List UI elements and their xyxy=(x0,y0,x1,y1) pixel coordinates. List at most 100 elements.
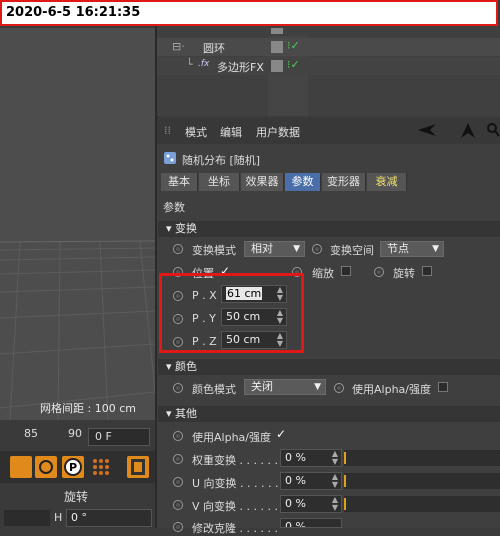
param-slider[interactable] xyxy=(344,496,500,512)
rotation-label: 旋转 xyxy=(393,267,415,280)
layer-icon[interactable] xyxy=(271,41,283,53)
autokey-icon[interactable] xyxy=(35,456,57,478)
object-name[interactable]: 多边形FX xyxy=(217,59,264,75)
keyframe-radio[interactable] xyxy=(173,431,183,441)
menu-mode[interactable]: 模式 xyxy=(185,124,207,140)
spinner-icon: ▲ ▼ xyxy=(331,449,338,466)
chevron-down-icon: ▼ xyxy=(432,244,439,254)
tab-falloff[interactable]: 衰减 xyxy=(367,173,407,191)
highlight-box xyxy=(159,273,304,353)
chevron-down-icon: ▼ xyxy=(293,244,300,254)
keyframe-radio[interactable] xyxy=(173,454,183,464)
keyframe-radio[interactable] xyxy=(312,244,322,254)
transform-mode-dropdown[interactable]: 相对 ▼ xyxy=(244,241,305,257)
param-label: 权重变换 . . . . . . xyxy=(192,454,278,467)
chevron-down-icon: ▼ xyxy=(314,382,321,392)
color-mode-dropdown[interactable]: 关闭 ▼ xyxy=(244,379,326,395)
film-icon[interactable] xyxy=(127,456,149,478)
h-value-field[interactable]: 0 ° xyxy=(66,509,152,527)
viewport-grid xyxy=(0,28,155,420)
svg-text:P: P xyxy=(69,461,77,474)
param-field[interactable]: 0 % xyxy=(280,518,342,528)
keyframe-radio[interactable] xyxy=(173,522,183,532)
slider-marker xyxy=(344,452,346,464)
transform-mode-label: 变换模式 xyxy=(192,244,236,257)
grid-dots-icon[interactable] xyxy=(90,456,112,478)
scale-checkbox[interactable] xyxy=(341,266,351,276)
object-name[interactable]: 圆环 xyxy=(203,40,225,56)
menu-userdata[interactable]: 用户数据 xyxy=(256,124,300,140)
param-label: V 向变换 . . . . . . xyxy=(192,500,278,513)
slider-marker xyxy=(344,475,346,487)
spinner-icon: ▲ ▼ xyxy=(331,472,338,489)
attr-menubar xyxy=(157,118,500,144)
keyframe-radio[interactable] xyxy=(173,500,183,510)
menu-edit[interactable]: 编辑 xyxy=(220,124,242,140)
back-arrow-icon[interactable] xyxy=(416,122,438,141)
tab-coord[interactable]: 坐标 xyxy=(199,173,240,191)
tab-basic[interactable]: 基本 xyxy=(161,173,198,191)
keyframe-radio[interactable] xyxy=(374,267,384,277)
grip-icon: ⁞⁞ xyxy=(164,124,171,137)
collapse-icon: ▾ xyxy=(166,407,172,420)
object-title: 随机分布 [随机] xyxy=(182,154,261,167)
param-value: 0 % xyxy=(285,474,306,487)
use-alpha-checkbox[interactable]: ✓ xyxy=(276,427,286,441)
param-value: 0 % xyxy=(285,451,306,464)
param-slider[interactable] xyxy=(344,473,500,489)
rotate-label: 旋转 xyxy=(64,490,89,504)
keyframe-radio[interactable] xyxy=(173,244,183,254)
color-use-alpha-label: 使用Alpha/强度 xyxy=(352,383,431,396)
section-title: 其他 xyxy=(175,407,198,420)
tab-effector[interactable]: 效果器 xyxy=(241,173,284,191)
fx-icon: .fx xyxy=(198,59,210,69)
current-frame-field[interactable]: 0 F xyxy=(88,428,150,446)
layer-icon xyxy=(271,28,283,34)
param-field[interactable]: 0 % ▲ ▼ xyxy=(280,495,342,513)
check-icon[interactable]: ⁝✓ xyxy=(287,58,300,71)
param-slider[interactable] xyxy=(344,450,500,466)
layer-icon[interactable] xyxy=(271,60,283,72)
color-mode-label: 颜色模式 xyxy=(192,383,236,396)
keyframe-icon[interactable] xyxy=(10,456,32,478)
keyframe-radio[interactable] xyxy=(334,383,344,393)
collapse-icon: ▾ xyxy=(166,360,172,373)
timeline-tick: 90 xyxy=(68,427,82,440)
param-value: 0 % xyxy=(285,497,306,510)
timestamp: 2020-6-5 16:21:35 xyxy=(0,0,498,26)
spinner-icon: ▲ ▼ xyxy=(331,495,338,512)
scale-label: 缩放 xyxy=(312,267,334,280)
tab-parameter[interactable]: 参数 xyxy=(285,173,321,191)
timeline-tick: 85 xyxy=(24,427,38,440)
section-transform[interactable]: ▾ 变换 xyxy=(158,221,500,237)
color-use-alpha-checkbox[interactable] xyxy=(438,382,448,392)
check-icon[interactable]: ⁝✓ xyxy=(287,39,300,52)
viewport[interactable] xyxy=(0,28,155,420)
dropdown-value: 相对 xyxy=(251,242,273,255)
keyframe-radio[interactable] xyxy=(173,383,183,393)
param-field[interactable]: 0 % ▲ ▼ xyxy=(280,472,342,490)
param-value: 0 % xyxy=(285,520,306,528)
h-label: H xyxy=(54,511,63,524)
rotation-field[interactable] xyxy=(4,510,50,526)
tab-deformer[interactable]: 变形器 xyxy=(322,173,366,191)
tree-connector-icon: └ xyxy=(186,58,193,71)
section-title: 变换 xyxy=(175,222,198,235)
transform-space-dropdown[interactable]: 节点 ▼ xyxy=(380,241,444,257)
dropdown-value: 关闭 xyxy=(251,380,273,393)
collapse-icon: ▾ xyxy=(166,222,172,235)
panel-title: 参数 xyxy=(163,201,185,214)
dropdown-value: 节点 xyxy=(387,242,409,255)
keyframe-radio[interactable] xyxy=(173,477,183,487)
transform-space-label: 变换空间 xyxy=(330,244,374,257)
param-label: U 向变换 . . . . . . xyxy=(192,477,279,490)
position-key-icon[interactable]: P xyxy=(62,456,84,478)
section-other[interactable]: ▾ 其他 xyxy=(158,406,500,422)
up-arrow-icon[interactable] xyxy=(460,122,476,143)
section-title: 颜色 xyxy=(175,360,198,373)
param-field[interactable]: 0 % ▲ ▼ xyxy=(280,449,342,467)
search-icon[interactable] xyxy=(486,122,500,141)
section-color[interactable]: ▾ 颜色 xyxy=(158,359,500,375)
rotation-checkbox[interactable] xyxy=(422,266,432,276)
param-label: 修改克隆 . . . . . . xyxy=(192,522,278,535)
